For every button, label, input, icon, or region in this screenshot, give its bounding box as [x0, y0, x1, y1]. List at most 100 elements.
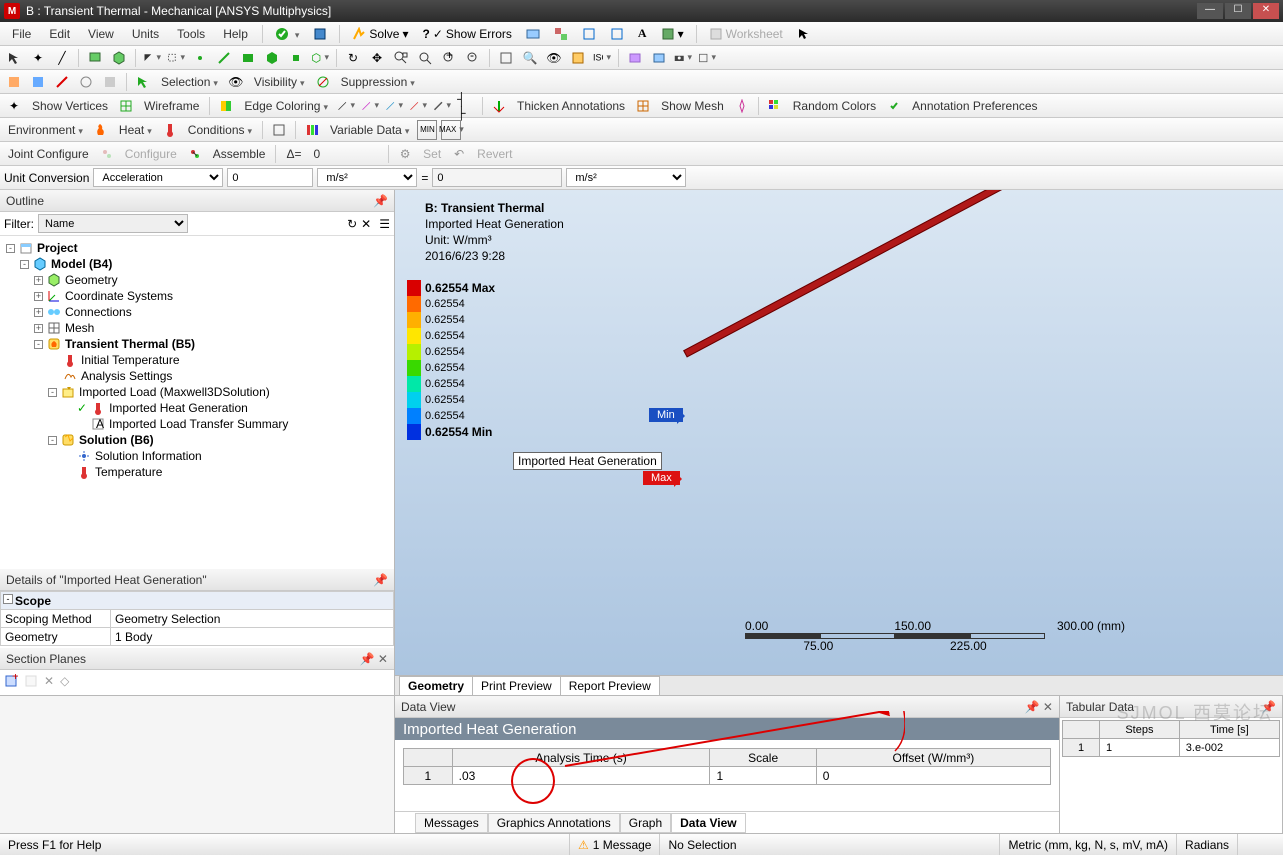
tb-icon-c[interactable] — [576, 26, 602, 42]
filter-select[interactable]: Name — [38, 214, 188, 233]
data-view-table[interactable]: Analysis Time (s) Scale Offset (W/mm³) 1… — [403, 748, 1051, 785]
edge-3-icon[interactable] — [384, 96, 404, 116]
visibility-icon[interactable]: 👁 — [226, 72, 246, 92]
annot-prefs-icon[interactable] — [884, 96, 904, 116]
tab-r1[interactable]: 1 — [1100, 739, 1180, 757]
node-init-temp[interactable]: Initial Temperature — [81, 352, 180, 368]
unit-unit2-select[interactable]: m/s² — [566, 168, 686, 187]
tb2-e-icon[interactable] — [100, 72, 120, 92]
view-iso-dd[interactable]: ISO — [592, 48, 612, 68]
maximize-button[interactable]: ☐ — [1225, 3, 1251, 19]
show-mesh-button[interactable]: Show Mesh — [657, 99, 728, 113]
filter-collapse-icon[interactable]: ☰ — [379, 217, 390, 231]
assemble-icon[interactable] — [185, 144, 205, 164]
suppression-dd[interactable]: Suppression — [337, 75, 419, 89]
dv-tab-messages[interactable]: Messages — [415, 813, 488, 833]
view-front-icon[interactable] — [568, 48, 588, 68]
edge-5-icon[interactable] — [432, 96, 452, 116]
unit-value1-input[interactable] — [227, 168, 313, 187]
select-box-dd[interactable] — [166, 48, 186, 68]
menu-help[interactable]: Help — [215, 25, 256, 43]
wireframe-icon[interactable] — [116, 96, 136, 116]
tb2-d-icon[interactable] — [76, 72, 96, 92]
node-model[interactable]: Model (B4) — [51, 256, 112, 272]
node-imported-load[interactable]: Imported Load (Maxwell3DSolution) — [79, 384, 270, 400]
max-scope-icon[interactable]: MAX — [441, 120, 461, 140]
visibility-dd[interactable]: Visibility — [250, 75, 309, 89]
minimize-button[interactable]: — — [1197, 3, 1223, 19]
select-vertex-icon[interactable]: ✦ — [28, 48, 48, 68]
node-transient[interactable]: Transient Thermal (B5) — [65, 336, 195, 352]
tb-icon-d[interactable] — [604, 26, 630, 42]
edge-coloring-dd[interactable]: Edge Coloring — [240, 99, 332, 113]
node-solution-info[interactable]: Solution Information — [95, 448, 202, 464]
tb-icon-b[interactable] — [548, 26, 574, 42]
select-edge-icon[interactable]: ╱ — [52, 48, 72, 68]
graphics-viewport[interactable]: B: Transient Thermal Imported Heat Gener… — [395, 190, 1283, 695]
extend-dd[interactable] — [310, 48, 330, 68]
node-analysis-settings[interactable]: Analysis Settings — [81, 368, 172, 384]
show-vertices-button[interactable]: Show Vertices — [28, 99, 112, 113]
face-green-icon[interactable] — [238, 48, 258, 68]
node-connections[interactable]: Connections — [65, 304, 132, 320]
details-v0[interactable]: Geometry Selection — [111, 610, 394, 628]
solve-button[interactable]: Solve ▾ — [346, 26, 414, 42]
tool-icon[interactable] — [307, 26, 333, 42]
details-pin-icon[interactable]: 📌 — [373, 573, 388, 587]
ok-icon[interactable] — [269, 26, 306, 42]
image-b-icon[interactable] — [649, 48, 669, 68]
thicken-icon[interactable] — [489, 96, 509, 116]
unit-value2-input[interactable] — [432, 168, 562, 187]
tb2-b-icon[interactable] — [28, 72, 48, 92]
menu-file[interactable]: File — [4, 25, 39, 43]
tab-report-preview[interactable]: Report Preview — [560, 676, 660, 695]
section-pin-icon[interactable]: 📌 ✕ — [360, 652, 388, 666]
tabular-pin-icon[interactable]: 📌 — [1261, 700, 1276, 714]
edge-divider-icon[interactable]: ┤ ├ — [456, 96, 476, 116]
tb2-a-icon[interactable] — [4, 72, 24, 92]
conditions-icon[interactable] — [160, 120, 180, 140]
status-messages[interactable]: ⚠1 Message — [570, 834, 660, 855]
dv-r1[interactable]: .03 — [452, 767, 710, 785]
rotate-icon[interactable]: ↻ — [343, 48, 363, 68]
zoom-fit-icon[interactable] — [415, 48, 435, 68]
node-geometry[interactable]: Geometry — [65, 272, 118, 288]
image-a-icon[interactable] — [625, 48, 645, 68]
zoom-in-icon[interactable]: + — [439, 48, 459, 68]
selection-icon[interactable] — [133, 72, 153, 92]
random-colors-button[interactable]: Random Colors — [789, 99, 880, 113]
unit-unit1-select[interactable]: m/s² — [317, 168, 417, 187]
node-green-icon[interactable] — [286, 48, 306, 68]
pan-icon[interactable]: ✥ — [367, 48, 387, 68]
dv-r2[interactable]: 1 — [710, 767, 816, 785]
tb-icon-a[interactable] — [520, 26, 546, 42]
filter-refresh-icon[interactable]: ↻ — [347, 217, 357, 231]
zoom-box-icon[interactable] — [391, 48, 411, 68]
dv-tab-data-view[interactable]: Data View — [671, 813, 745, 833]
annot-prefs-button[interactable]: Annotation Preferences — [908, 99, 1041, 113]
misc-dd[interactable] — [697, 48, 717, 68]
variable-data-icon[interactable] — [302, 120, 322, 140]
variable-data-dd[interactable]: Variable Data — [326, 123, 413, 137]
conditions-dd[interactable]: Conditions — [184, 123, 256, 137]
cursor-icon[interactable] — [791, 26, 817, 42]
tb-icon-e[interactable]: A — [632, 25, 653, 42]
dv-pin-icon[interactable]: 📌 ✕ — [1025, 700, 1053, 714]
assemble-button[interactable]: Assemble — [209, 147, 270, 161]
menu-units[interactable]: Units — [124, 25, 167, 43]
select-face-icon[interactable] — [85, 48, 105, 68]
node-transfer-summary[interactable]: Imported Load Transfer Summary — [109, 416, 288, 432]
node-imported-heat[interactable]: Imported Heat Generation — [109, 400, 248, 416]
details-v1[interactable]: 1 Body — [111, 628, 394, 646]
node-temperature[interactable]: Temperature — [95, 464, 162, 480]
zoom-prev-icon[interactable]: 🔍 — [520, 48, 540, 68]
edge-2-icon[interactable] — [360, 96, 380, 116]
zoom-out-icon[interactable]: - — [463, 48, 483, 68]
probe-icon[interactable] — [732, 96, 752, 116]
wireframe-button[interactable]: Wireframe — [140, 99, 203, 113]
tb2-c-icon[interactable] — [52, 72, 72, 92]
thicken-button[interactable]: Thicken Annotations — [513, 99, 629, 113]
dv-tab-graphics[interactable]: Graphics Annotations — [488, 813, 620, 833]
selection-dd[interactable]: Selection — [157, 75, 222, 89]
random-colors-icon[interactable] — [765, 96, 785, 116]
